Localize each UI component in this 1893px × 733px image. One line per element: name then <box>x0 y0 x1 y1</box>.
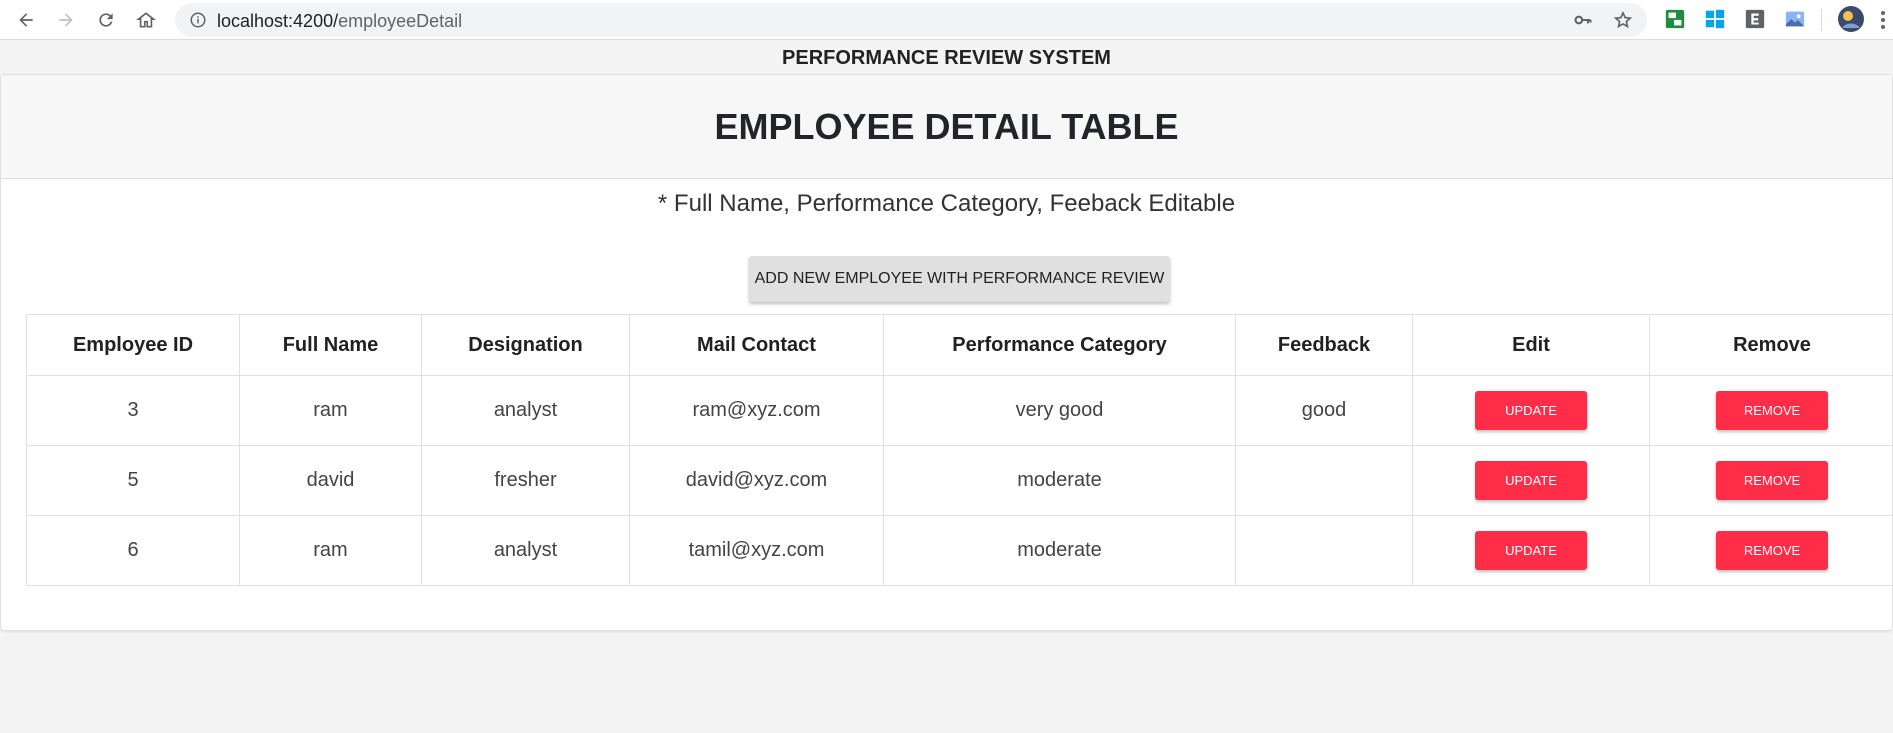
remove-button[interactable]: REMOVE <box>1716 531 1828 570</box>
reload-icon <box>99 13 113 27</box>
remove-button[interactable]: REMOVE <box>1716 461 1828 500</box>
add-employee-button[interactable]: ADD NEW EMPLOYEE WITH PERFORMANCE REVIEW <box>749 256 1170 302</box>
table-row: 5 david fresher david@xyz.com moderate U… <box>26 445 1893 516</box>
cell-remove: REMOVE <box>1649 445 1893 516</box>
url-host: localhost:4200/ <box>217 11 339 31</box>
cell-performance-category: moderate <box>883 515 1236 586</box>
table-header-row: Employee ID Full Name Designation Mail C… <box>26 314 1893 376</box>
forward-button[interactable] <box>52 6 80 34</box>
update-button[interactable]: UPDATE <box>1475 391 1587 430</box>
cell-performance-category: very good <box>883 375 1236 446</box>
cell-employee-id: 5 <box>26 445 240 516</box>
extension-icon[interactable] <box>1664 8 1686 30</box>
cell-edit: UPDATE <box>1412 375 1650 446</box>
col-header-mail-contact: Mail Contact <box>629 314 884 376</box>
url-text[interactable]: localhost:4200/employeeDetail <box>217 11 462 32</box>
key-icon[interactable] <box>1573 10 1593 30</box>
home-icon <box>136 12 156 28</box>
address-bar[interactable]: localhost:4200/employeeDetail <box>175 3 1647 37</box>
cell-feedback <box>1235 445 1413 516</box>
cell-edit: UPDATE <box>1412 445 1650 516</box>
back-button[interactable] <box>12 6 40 34</box>
forward-icon <box>59 13 73 27</box>
table-row: 3 ram analyst ram@xyz.com very good good… <box>26 375 1893 446</box>
cell-mail-contact: david@xyz.com <box>629 445 884 516</box>
cell-edit: UPDATE <box>1412 515 1650 586</box>
cell-remove: REMOVE <box>1649 515 1893 586</box>
browser-toolbar: localhost:4200/employeeDetail <box>0 0 1893 40</box>
back-icon <box>19 13 33 27</box>
url-path: employeeDetail <box>338 11 463 31</box>
photo-extension-icon[interactable] <box>1784 8 1806 30</box>
cell-feedback: good <box>1235 375 1413 446</box>
cell-performance-category: moderate <box>883 445 1236 516</box>
cell-designation: fresher <box>421 445 630 516</box>
cell-mail-contact: ram@xyz.com <box>629 375 884 446</box>
cell-employee-id: 6 <box>26 515 240 586</box>
col-header-employee-id: Employee ID <box>26 314 240 376</box>
reload-button[interactable] <box>92 6 120 34</box>
star-icon[interactable] <box>1613 10 1633 30</box>
col-header-full-name: Full Name <box>239 314 422 376</box>
app-title: PERFORMANCE REVIEW SYSTEM <box>782 47 1111 69</box>
col-header-feedback: Feedback <box>1235 314 1413 376</box>
cell-designation: analyst <box>421 375 630 446</box>
col-header-designation: Designation <box>421 314 630 376</box>
page-title: EMPLOYEE DETAIL TABLE <box>1 75 1892 179</box>
toolbar-separator <box>1821 9 1822 31</box>
cell-employee-id: 3 <box>26 375 240 446</box>
home-button[interactable] <box>132 6 160 34</box>
info-icon[interactable] <box>189 11 207 29</box>
col-header-remove: Remove <box>1649 314 1893 376</box>
menu-dots-icon[interactable] <box>1878 9 1888 31</box>
editable-note: * Full Name, Performance Category, Feeba… <box>657 190 1236 217</box>
cell-designation: analyst <box>421 515 630 586</box>
remove-button[interactable]: REMOVE <box>1716 391 1828 430</box>
cell-full-name: ram <box>239 515 422 586</box>
col-header-edit: Edit <box>1412 314 1650 376</box>
windows-icon[interactable] <box>1704 8 1726 30</box>
cell-full-name: ram <box>239 375 422 446</box>
cell-remove: REMOVE <box>1649 375 1893 446</box>
cell-mail-contact: tamil@xyz.com <box>629 515 884 586</box>
table-row: 6 ram analyst tamil@xyz.com moderate UPD… <box>26 515 1893 586</box>
employee-table: Employee ID Full Name Designation Mail C… <box>26 314 1893 586</box>
update-button[interactable]: UPDATE <box>1475 531 1587 570</box>
update-button[interactable]: UPDATE <box>1475 461 1587 500</box>
cell-feedback <box>1235 515 1413 586</box>
cell-full-name: david <box>239 445 422 516</box>
col-header-performance-category: Performance Category <box>883 314 1236 376</box>
employee-card: EMPLOYEE DETAIL TABLE * Full Name, Perfo… <box>0 74 1893 631</box>
extension-e-icon[interactable] <box>1744 8 1766 30</box>
avatar[interactable] <box>1838 6 1864 32</box>
